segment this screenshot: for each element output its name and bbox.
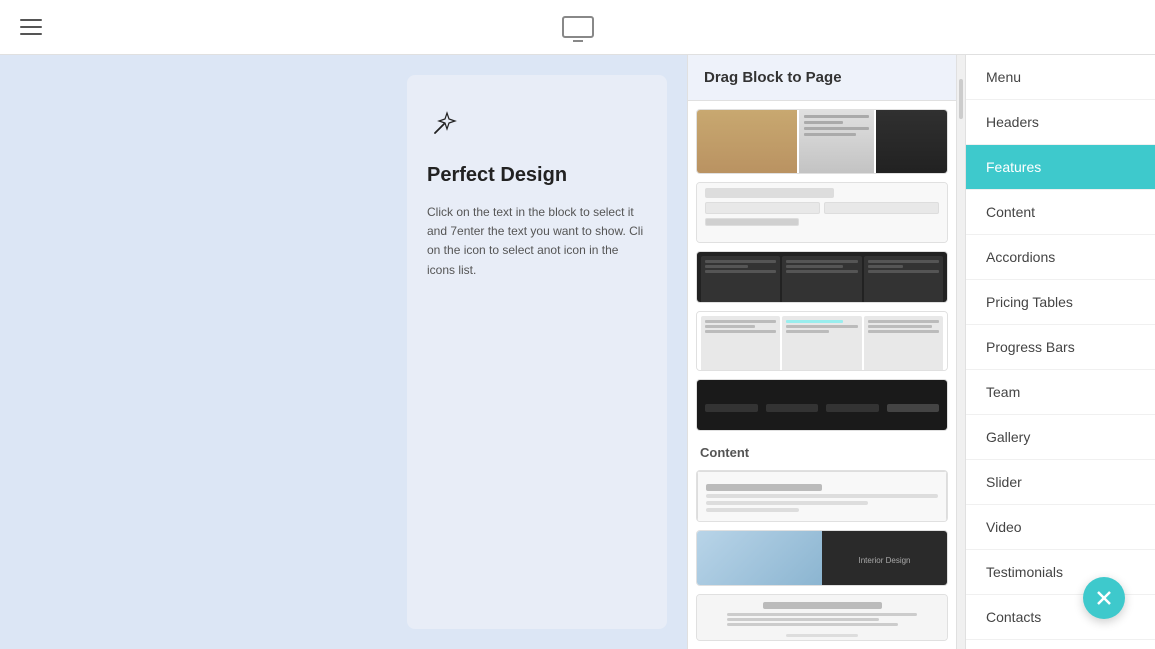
sidebar-item-video[interactable]: Video (966, 505, 1155, 550)
sidebar-item-pricing-tables[interactable]: Pricing Tables (966, 280, 1155, 325)
block-thumb-3[interactable] (696, 251, 948, 303)
sidebar-item-headers[interactable]: Headers (966, 100, 1155, 145)
preview-card: Perfect Design Click on the text in the … (407, 75, 667, 629)
preview-title: Perfect Design (427, 164, 647, 187)
blocks-scroll[interactable]: Content Interior Design (688, 101, 956, 649)
sidebar-item-team[interactable]: Team (966, 370, 1155, 415)
block-content-thumb-1[interactable] (696, 470, 948, 522)
blocks-panel: Drag Block to Page (687, 55, 957, 649)
sidebar-item-gallery[interactable]: Gallery (966, 415, 1155, 460)
desktop-view-button[interactable] (562, 16, 594, 38)
main-area: Perfect Design Click on the text in the … (0, 55, 1155, 649)
scroll-track (957, 55, 965, 649)
block-content-thumb-3[interactable] (696, 594, 948, 641)
sidebar-item-features[interactable]: Features (966, 145, 1155, 190)
design-icon (427, 105, 647, 148)
block-thumb-5[interactable] (696, 379, 948, 431)
block-thumb-4[interactable] (696, 311, 948, 372)
sidebar-item-menu[interactable]: Menu (966, 55, 1155, 100)
topbar (0, 0, 1155, 55)
sidebar-item-content[interactable]: Content (966, 190, 1155, 235)
preview-text: Click on the text in the block to select… (427, 203, 647, 280)
drag-header: Drag Block to Page (688, 55, 956, 101)
sidebar-item-accordions[interactable]: Accordions (966, 235, 1155, 280)
block-content-thumb-2[interactable]: Interior Design (696, 530, 948, 586)
sidebar-item-contacts[interactable]: Contacts (966, 595, 1155, 640)
sidebar-item-testimonials[interactable]: Testimonials (966, 550, 1155, 595)
hamburger-button[interactable] (20, 19, 42, 35)
close-button[interactable] (1083, 577, 1125, 619)
sidebar-nav: Menu Headers Features Content Accordions… (965, 55, 1155, 649)
preview-area: Perfect Design Click on the text in the … (0, 55, 687, 649)
sidebar-item-slider[interactable]: Slider (966, 460, 1155, 505)
block-thumb-2[interactable] (696, 182, 948, 243)
sidebar-item-progress-bars[interactable]: Progress Bars (966, 325, 1155, 370)
scroll-thumb[interactable] (959, 79, 963, 119)
content-section-label: Content (696, 439, 948, 462)
block-thumb-1[interactable] (696, 109, 948, 174)
